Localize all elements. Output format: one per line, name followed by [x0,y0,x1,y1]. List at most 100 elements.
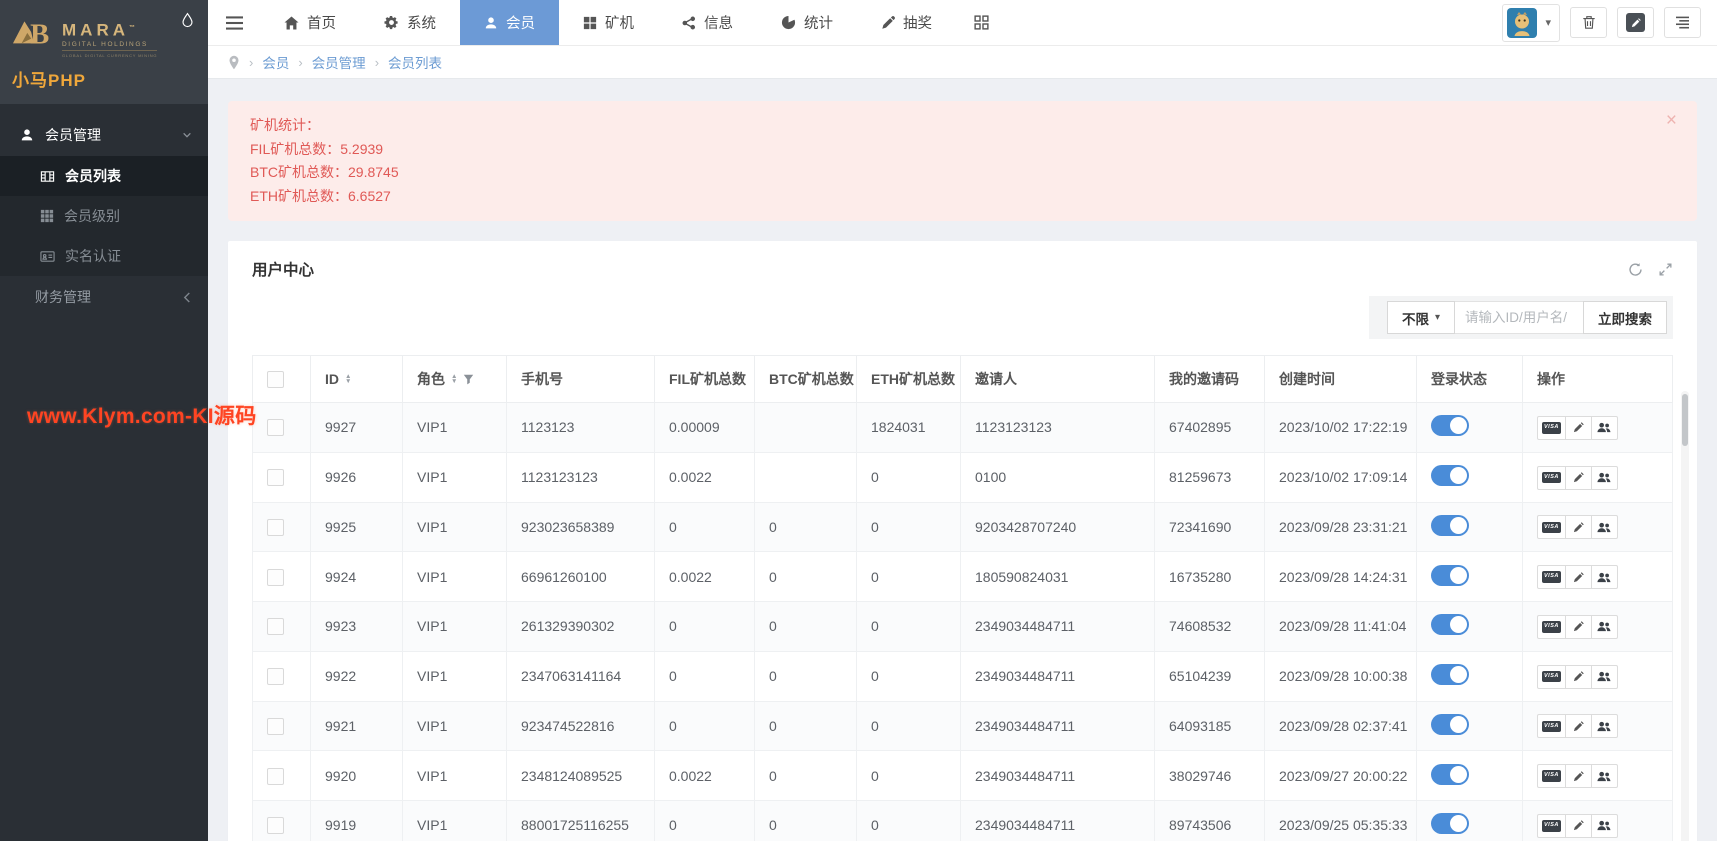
team-button[interactable] [1591,416,1618,440]
team-button[interactable] [1591,714,1618,738]
row-checkbox[interactable] [267,718,284,735]
select-all-checkbox[interactable] [267,371,284,388]
close-icon[interactable]: × [1666,111,1677,130]
login-status-toggle[interactable] [1431,614,1469,635]
search-input[interactable] [1455,301,1583,334]
card-info-button[interactable]: VISA [1537,665,1566,689]
row-checkbox[interactable] [267,668,284,685]
sidebar-group-member-management[interactable]: 会员管理 [0,114,208,156]
sidebar-item-member-level[interactable]: 会员级别 [0,196,208,236]
nav-statistics[interactable]: 统计 [757,0,857,45]
trash-button[interactable] [1570,7,1607,38]
row-checkbox[interactable] [267,469,284,486]
sort-icon[interactable]: ▲▼ [345,374,351,384]
team-button[interactable] [1591,764,1618,788]
team-button[interactable] [1591,466,1618,490]
sidebar-toggle-button[interactable] [208,0,260,45]
row-checkbox[interactable] [267,519,284,536]
edit-button[interactable] [1565,466,1592,490]
edit-button[interactable] [1565,714,1592,738]
card-info-button[interactable]: VISA [1537,515,1566,539]
nav-grid-view[interactable] [956,0,1007,45]
team-button[interactable] [1591,814,1618,838]
mara-logo-mark: B [12,14,56,48]
login-status-toggle[interactable] [1431,664,1469,685]
scrollbar-thumb[interactable] [1682,394,1688,446]
nav-miner[interactable]: 矿机 [559,0,658,45]
sidebar-item-real-name-auth[interactable]: 实名认证 [0,236,208,276]
search-button[interactable]: 立即搜索 [1583,301,1667,334]
edit-shortcut-button[interactable] [1617,7,1654,38]
card-info-button[interactable]: VISA [1537,466,1566,490]
brand-line1: DIGITAL HOLDINGS [62,41,157,51]
user-menu[interactable]: ▾ [1502,4,1560,42]
cell-role: VIP1 [403,651,507,701]
team-button[interactable] [1591,665,1618,689]
login-status-toggle[interactable] [1431,714,1469,735]
sidebar-group-finance-management[interactable]: 财务管理 [0,276,208,318]
card-info-button[interactable]: VISA [1537,814,1566,838]
card-info-button[interactable]: VISA [1537,416,1566,440]
cell-created: 2023/09/25 05:35:33 [1265,801,1417,841]
panel-header: 用户中心 [228,241,1697,288]
topbar: 首页 系统 会员 矿机 信息 统计 抽奖 ▾ [208,0,1717,46]
cell-eth: 0 [857,602,961,652]
row-checkbox[interactable] [267,618,284,635]
pen-icon [881,16,895,30]
row-checkbox[interactable] [267,419,284,436]
cell-btc [755,403,857,453]
login-status-toggle[interactable] [1431,515,1469,536]
cell-inviter: 2349034484711 [961,651,1155,701]
login-status-toggle[interactable] [1431,764,1469,785]
card-info-button[interactable]: VISA [1537,565,1566,589]
cell-invite-code: 74608532 [1155,602,1265,652]
cell-created: 2023/09/28 02:37:41 [1265,701,1417,751]
login-status-toggle[interactable] [1431,415,1469,436]
card-info-button[interactable]: VISA [1537,615,1566,639]
table-body: 9927 VIP1 1123123 0.00009 1824031 112312… [253,403,1673,841]
edit-button[interactable] [1565,515,1592,539]
cell-fil: 0.0022 [655,751,755,801]
nav-lottery[interactable]: 抽奖 [857,0,956,45]
home-icon [284,16,299,30]
login-status-toggle[interactable] [1431,465,1469,486]
edit-button[interactable] [1565,764,1592,788]
edit-button[interactable] [1565,565,1592,589]
edit-button[interactable] [1565,615,1592,639]
sidebar-item-member-list[interactable]: 会员列表 [0,156,208,196]
edit-button[interactable] [1565,814,1592,838]
nav-message[interactable]: 信息 [658,0,757,45]
nav-home[interactable]: 首页 [260,0,360,45]
sort-icon[interactable]: ▲▼ [451,374,457,384]
col-inviter: 邀请人 [961,356,1155,403]
breadcrumb-member[interactable]: 会员 [262,52,289,72]
nav-member[interactable]: 会员 [460,0,559,45]
row-checkbox[interactable] [267,817,284,834]
col-phone: 手机号 [507,356,655,403]
cell-phone: 1123123123 [507,452,655,502]
cell-invite-code: 81259673 [1155,452,1265,502]
breadcrumb-member-management[interactable]: 会员管理 [312,52,366,72]
refresh-button[interactable] [1628,262,1643,277]
login-status-toggle[interactable] [1431,565,1469,586]
member-table: ID▲▼ 角色▲▼ 手机号 FIL矿机总数 BTC矿机总数 ETH矿机总数 邀请… [252,355,1673,841]
user-icon [20,128,34,142]
row-checkbox[interactable] [267,569,284,586]
edit-button[interactable] [1565,665,1592,689]
nav-system[interactable]: 系统 [360,0,460,45]
row-checkbox[interactable] [267,768,284,785]
card-info-button[interactable]: VISA [1537,764,1566,788]
edit-button[interactable] [1565,416,1592,440]
filter-funnel-icon[interactable] [463,374,474,385]
team-button[interactable] [1591,515,1618,539]
breadcrumb-member-list[interactable]: 会员列表 [388,52,442,72]
filter-dropdown[interactable]: 不限 ▾ [1387,301,1455,334]
team-button[interactable] [1591,615,1618,639]
log-list-button[interactable] [1664,7,1701,38]
team-button[interactable] [1591,565,1618,589]
login-status-toggle[interactable] [1431,813,1469,834]
fullscreen-button[interactable] [1658,262,1673,277]
caret-down-icon: ▾ [1435,312,1440,323]
card-info-button[interactable]: VISA [1537,714,1566,738]
share-alt-icon [682,16,696,30]
